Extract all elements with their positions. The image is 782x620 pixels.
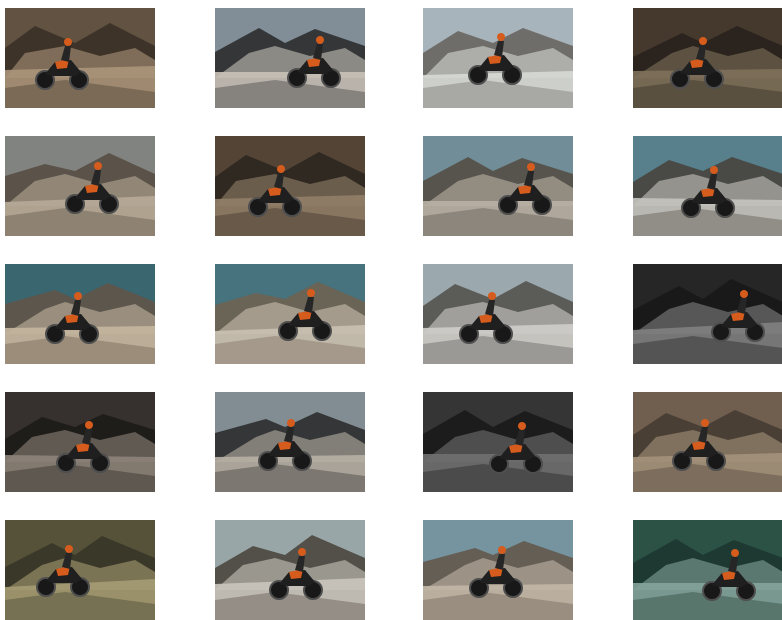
gallery-thumbnail[interactable] xyxy=(633,264,782,364)
motorcycle-photo xyxy=(423,392,573,492)
gallery-thumbnail[interactable] xyxy=(5,392,155,492)
motorcycle-photo xyxy=(215,264,365,364)
motorcycle-photo xyxy=(633,520,782,620)
motorcycle-photo xyxy=(423,136,573,236)
motorcycle-photo xyxy=(633,264,782,364)
motorcycle-photo xyxy=(215,520,365,620)
motorcycle-photo xyxy=(5,8,155,108)
motorcycle-photo xyxy=(5,392,155,492)
gallery-thumbnail[interactable] xyxy=(423,392,573,492)
photo-gallery xyxy=(0,0,782,620)
gallery-thumbnail[interactable] xyxy=(215,136,365,236)
motorcycle-photo xyxy=(633,136,782,236)
motorcycle-photo xyxy=(5,136,155,236)
gallery-thumbnail[interactable] xyxy=(423,264,573,364)
gallery-thumbnail[interactable] xyxy=(423,8,573,108)
motorcycle-photo xyxy=(423,8,573,108)
gallery-thumbnail[interactable] xyxy=(633,392,782,492)
gallery-thumbnail[interactable] xyxy=(423,520,573,620)
motorcycle-photo xyxy=(215,136,365,236)
gallery-thumbnail[interactable] xyxy=(5,264,155,364)
motorcycle-photo xyxy=(215,8,365,108)
gallery-thumbnail[interactable] xyxy=(5,136,155,236)
gallery-thumbnail[interactable] xyxy=(215,392,365,492)
gallery-thumbnail[interactable] xyxy=(215,8,365,108)
motorcycle-photo xyxy=(5,520,155,620)
gallery-thumbnail[interactable] xyxy=(423,136,573,236)
gallery-thumbnail[interactable] xyxy=(633,8,782,108)
motorcycle-photo xyxy=(633,392,782,492)
gallery-thumbnail[interactable] xyxy=(5,8,155,108)
motorcycle-photo xyxy=(215,392,365,492)
gallery-thumbnail[interactable] xyxy=(215,264,365,364)
gallery-thumbnail[interactable] xyxy=(5,520,155,620)
gallery-thumbnail[interactable] xyxy=(633,136,782,236)
motorcycle-photo xyxy=(633,8,782,108)
motorcycle-photo xyxy=(423,264,573,364)
motorcycle-photo xyxy=(5,264,155,364)
gallery-thumbnail[interactable] xyxy=(215,520,365,620)
motorcycle-photo xyxy=(423,520,573,620)
gallery-thumbnail[interactable] xyxy=(633,520,782,620)
